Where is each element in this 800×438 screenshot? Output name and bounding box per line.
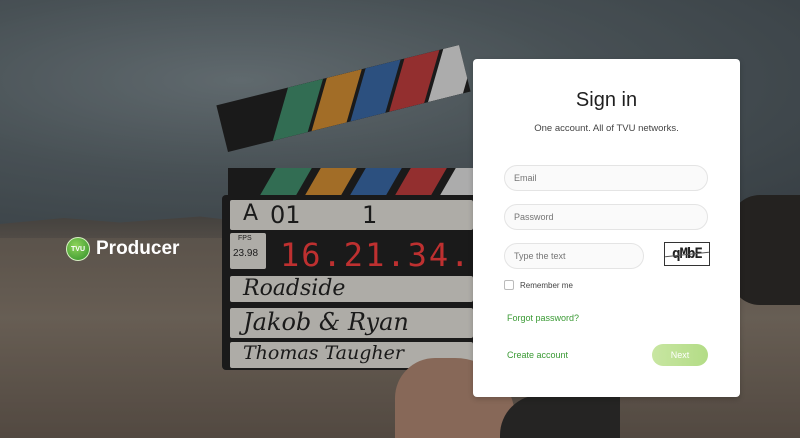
- brand-logo: TVU Producer: [66, 237, 179, 261]
- page-title: Sign in: [575, 89, 638, 111]
- captcha-input[interactable]: [504, 243, 644, 269]
- brand-name: Producer: [96, 238, 180, 259]
- page-subtitle: One account. All of TVU networks.: [534, 123, 679, 134]
- captcha-image[interactable]: qMbE: [664, 242, 710, 266]
- remember-me[interactable]: Remember me: [504, 280, 573, 290]
- forgot-password-link[interactable]: Forgot password?: [507, 313, 579, 323]
- background-scene: A 01 1 FPS 23.98 16.21.34.2 Roadside Jak…: [0, 0, 800, 438]
- password-field[interactable]: [504, 204, 708, 230]
- next-button[interactable]: Next: [652, 344, 708, 366]
- remember-label: Remember me: [520, 280, 573, 290]
- tvu-logo-icon: TVU: [66, 237, 90, 261]
- signin-panel: Sign in One account. All of TVU networks…: [473, 59, 740, 397]
- create-account-link[interactable]: Create account: [507, 350, 568, 360]
- email-field[interactable]: [504, 165, 708, 191]
- remember-checkbox[interactable]: [504, 280, 514, 290]
